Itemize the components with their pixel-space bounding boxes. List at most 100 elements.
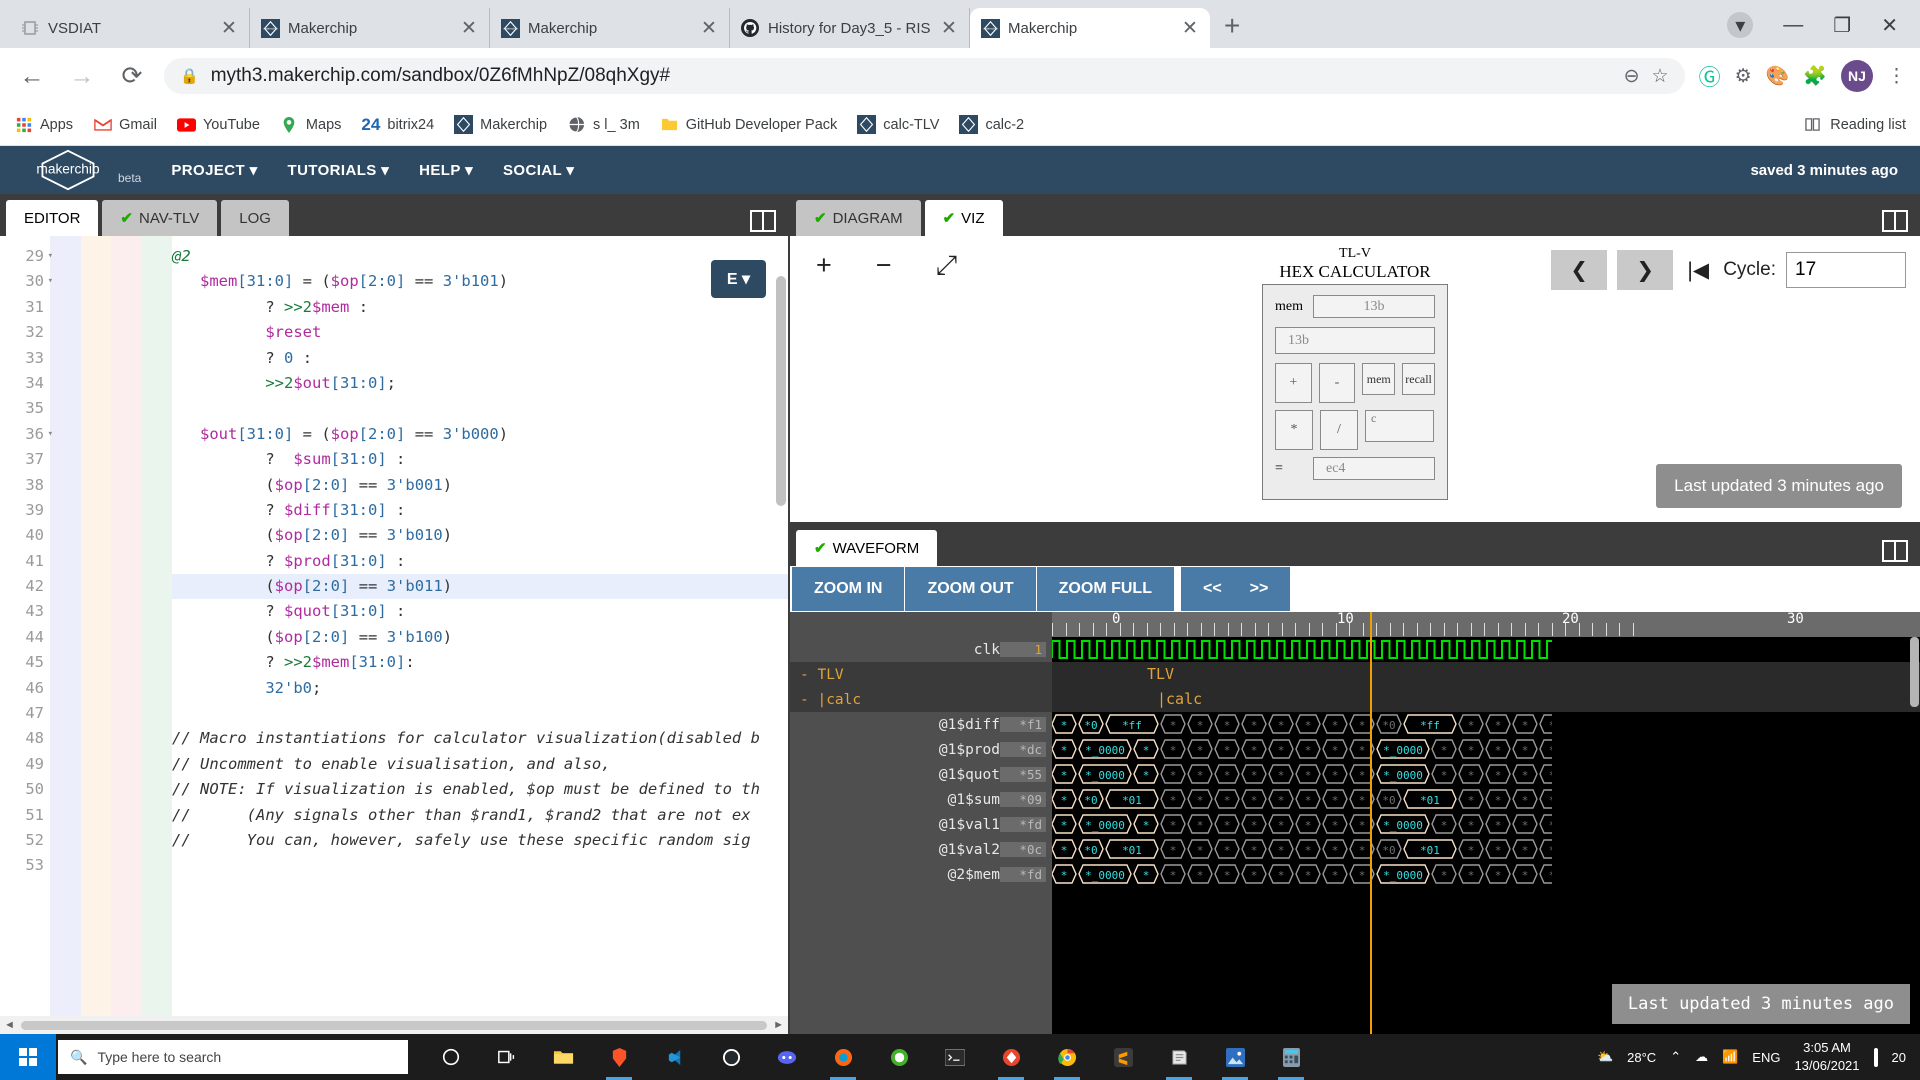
signal-name-row[interactable]: @1$sum *09 — [790, 787, 1052, 812]
code-line[interactable]: // You can, however, safely use these sp… — [172, 828, 788, 853]
cycle-input[interactable] — [1786, 252, 1906, 288]
bookmark-sl3m[interactable]: s l_ 3m — [567, 115, 640, 134]
page-next-button[interactable]: >> — [1250, 580, 1269, 598]
firefox-icon[interactable] — [828, 1042, 858, 1080]
notepad-icon[interactable] — [1164, 1042, 1194, 1080]
discord-icon[interactable] — [772, 1042, 802, 1072]
code-line[interactable]: $out[31:0] = ($op[2:0] == 3'b000) — [172, 422, 788, 447]
menu-project[interactable]: PROJECT ▾ — [171, 161, 257, 179]
page-prev-button[interactable]: << — [1203, 580, 1222, 598]
notification-icon[interactable] — [1873, 1047, 1878, 1067]
chevron-down-icon[interactable]: ▾ — [1727, 12, 1754, 38]
brave-icon[interactable] — [604, 1042, 634, 1080]
settings-icon[interactable]: ⚙ — [1735, 65, 1752, 88]
fold-toggle-icon[interactable]: ▾ — [48, 422, 53, 447]
minus-button[interactable]: - — [1318, 363, 1356, 403]
signal-waveform-row[interactable]: * *_0000 * * * * * * * * * *_0000 * * * * * — [1051, 762, 1920, 787]
signal-name-row[interactable]: @1$prod *dc — [790, 737, 1052, 762]
code-line[interactable]: ($op[2:0] == 3'b001) — [172, 473, 788, 498]
plus-button[interactable]: + — [1275, 363, 1312, 403]
next-cycle-button[interactable]: ❯ — [1617, 250, 1674, 290]
code-line[interactable]: // Macro instantiations for calculator v… — [172, 726, 788, 751]
signal-waveform-row[interactable]: * *_0000 * * * * * * * * * *_0000 * * * * * — [1051, 812, 1920, 837]
mem-button[interactable]: mem — [1362, 363, 1396, 395]
signal-name-row[interactable]: @2$mem *fd — [790, 862, 1052, 887]
bookmark-calc-2[interactable]: calc-2 — [959, 115, 1024, 134]
vscode-icon[interactable] — [660, 1042, 690, 1072]
e-dropdown-button[interactable]: E ▾ — [710, 260, 766, 298]
bookmark-makerchip[interactable]: Makerchip — [454, 115, 547, 134]
tab-diagram[interactable]: ✔ DIAGRAM — [796, 200, 921, 236]
chevron-up-icon[interactable]: ⌃ — [1670, 1049, 1681, 1065]
clear-button[interactable]: c — [1365, 410, 1434, 442]
tab-nav-tlv[interactable]: ✔ NAV-TLV — [102, 200, 218, 236]
split-pane-icon[interactable] — [1882, 540, 1908, 562]
waveform-canvas[interactable]: 0102030TLV|calc**0*ff*********0*ff******… — [1051, 612, 1920, 1034]
chrome-icon[interactable] — [1052, 1042, 1082, 1080]
code-line[interactable]: 32'b0; — [172, 676, 788, 701]
close-icon[interactable]: ✕ — [459, 17, 479, 40]
code-line[interactable]: // NOTE: If visualization is enabled, $o… — [172, 777, 788, 802]
photos-icon[interactable] — [1220, 1042, 1250, 1080]
browser-tab[interactable]: makerchip Makerchip ✕ — [250, 8, 490, 48]
zoom-in-button[interactable]: ZOOM IN — [792, 567, 905, 611]
waveform-vertical-scrollbar[interactable] — [1910, 637, 1919, 707]
editor-horizontal-scrollbar[interactable]: ◄ ► — [0, 1016, 788, 1034]
close-icon[interactable]: ✕ — [939, 17, 959, 40]
code-line[interactable]: ? $quot[31:0] : — [172, 599, 788, 624]
bookmark-gmail[interactable]: Gmail — [93, 115, 157, 134]
split-pane-icon[interactable] — [750, 210, 776, 232]
zoom-full-button[interactable]: ZOOM FULL — [1036, 567, 1174, 611]
weather-icon[interactable]: ⛅ — [1597, 1049, 1613, 1065]
browser-tab[interactable]: makerchip Makerchip ✕ — [490, 8, 730, 48]
terminal-icon[interactable] — [940, 1042, 970, 1072]
file-explorer-icon[interactable] — [548, 1042, 578, 1072]
anaconda-icon[interactable] — [884, 1042, 914, 1072]
browser-tab[interactable]: VSDIAT ✕ — [10, 8, 250, 48]
bookmark-star-icon[interactable]: ☆ — [1652, 65, 1669, 88]
code-line[interactable]: $reset — [172, 320, 788, 345]
divide-button[interactable]: / — [1320, 410, 1358, 450]
bookmark-github-pack[interactable]: GitHub Developer Pack — [660, 115, 837, 134]
tab-viz[interactable]: ✔ VIZ — [924, 200, 1003, 236]
code-line[interactable] — [172, 853, 788, 878]
split-pane-icon[interactable] — [1882, 210, 1908, 232]
zoom-out-button[interactable]: ZOOM OUT — [905, 567, 1036, 611]
reload-button[interactable]: ⟳ — [114, 61, 150, 91]
waveform-cursor[interactable] — [1370, 612, 1372, 1034]
signal-name-row[interactable]: @1$quot *55 — [790, 762, 1052, 787]
fold-toggle-icon[interactable]: ▾ — [48, 244, 53, 269]
recall-button[interactable]: recall — [1402, 363, 1435, 395]
code-line[interactable]: >>2$out[31:0]; — [172, 371, 788, 396]
back-button[interactable]: ← — [14, 62, 50, 91]
bookmark-youtube[interactable]: YouTube — [176, 115, 260, 134]
code-line[interactable]: ? $prod[31:0] : — [172, 549, 788, 574]
tab-editor[interactable]: EDITOR — [6, 200, 99, 236]
signal-name-row[interactable]: @1$diff *f1 — [790, 712, 1052, 737]
windows-start-icon[interactable] — [0, 1034, 56, 1080]
code-line[interactable]: ? >>2$mem[31:0]: — [172, 650, 788, 675]
avatar[interactable]: NJ — [1841, 60, 1873, 92]
github-icon[interactable] — [716, 1042, 746, 1072]
cortana-icon[interactable] — [436, 1042, 466, 1072]
scroll-right-arrow[interactable]: ► — [773, 1019, 784, 1031]
signal-name-row[interactable]: @1$val2 *0c — [790, 837, 1052, 862]
signal-waveform-row[interactable]: * *0 *01 * * * * * * * * *0 *01 * * * * — [1051, 787, 1920, 812]
browser-tab[interactable]: History for Day3_5 - RISC ✕ — [730, 8, 970, 48]
close-icon[interactable]: ✕ — [219, 17, 239, 40]
language-indicator[interactable]: ENG — [1752, 1050, 1780, 1065]
new-tab-button[interactable]: + — [1224, 10, 1240, 42]
signal-name-row[interactable]: @1$val1 *fd — [790, 812, 1052, 837]
scroll-left-arrow[interactable]: ◄ — [4, 1019, 15, 1031]
task-view-icon[interactable] — [492, 1042, 522, 1072]
bookmark-apps[interactable]: Apps — [14, 115, 73, 134]
signal-waveform-row[interactable]: * *0 *ff * * * * * * * * *0 *ff * * * * — [1051, 712, 1920, 737]
close-window-button[interactable]: ✕ — [1881, 13, 1898, 38]
minimize-button[interactable]: — — [1783, 14, 1803, 37]
menu-tutorials[interactable]: TUTORIALS ▾ — [288, 161, 390, 179]
signal-waveform-row[interactable]: * *_0000 * * * * * * * * * *_0000 * * * * * — [1051, 862, 1920, 887]
code-line[interactable]: ($op[2:0] == 3'b100) — [172, 625, 788, 650]
browser-tab-active[interactable]: makerchip Makerchip ✕ — [970, 8, 1210, 48]
code-line[interactable]: ? $sum[31:0] : — [172, 447, 788, 472]
wifi-icon[interactable]: 📶 — [1722, 1049, 1738, 1065]
